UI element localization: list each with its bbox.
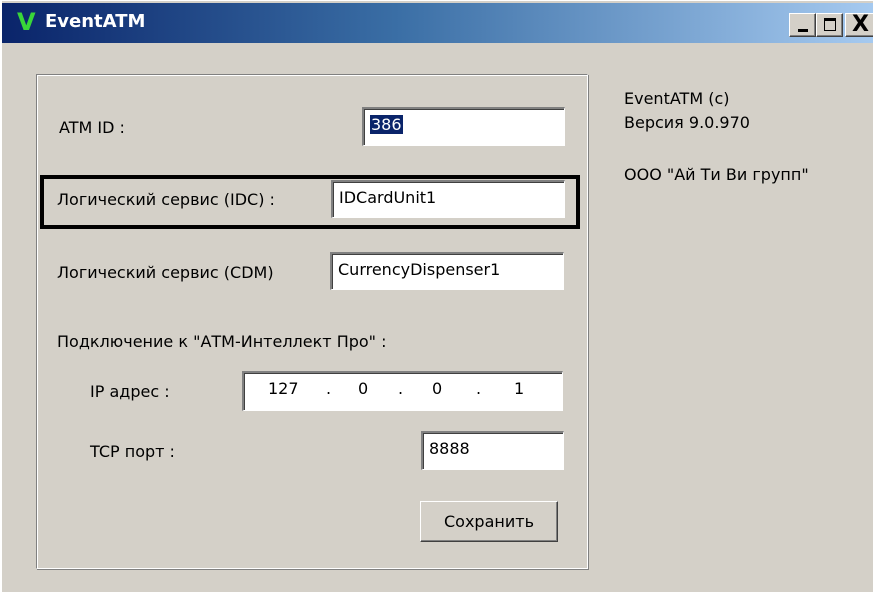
ip-octet-2[interactable]: 0	[358, 379, 368, 399]
atm-id-label: ATM ID :	[59, 118, 125, 137]
port-value: 8888	[429, 439, 470, 458]
ip-octet-1[interactable]: 127	[268, 379, 299, 399]
cdm-value: CurrencyDispenser1	[338, 260, 501, 279]
close-icon: X	[852, 12, 869, 37]
version-text: Версия 9.0.970	[624, 113, 750, 132]
minimize-icon	[798, 29, 808, 32]
ip-label: IP адрес :	[90, 382, 170, 401]
app-logo-icon: V	[17, 8, 36, 36]
title-bar[interactable]: V EventATM X	[2, 3, 873, 43]
port-input[interactable]: 8888	[421, 431, 564, 470]
ip-separator: .	[326, 379, 332, 398]
idc-input[interactable]: IDCardUnit1	[331, 180, 565, 218]
ip-octet-3[interactable]: 0	[432, 379, 442, 399]
maximize-icon	[824, 18, 836, 31]
window-title: EventATM	[45, 11, 146, 32]
idc-label: Логический сервис (IDC) :	[57, 190, 275, 209]
atm-id-input[interactable]: 386	[362, 107, 565, 146]
cdm-label: Логический сервис (CDM)	[57, 263, 274, 282]
product-name: EventATM (c)	[624, 89, 730, 108]
ip-octet-4[interactable]: 1	[514, 379, 524, 399]
company-name: ООО "Ай Ти Ви групп"	[624, 165, 809, 184]
cdm-input[interactable]: CurrencyDispenser1	[330, 252, 564, 290]
atm-id-value: 386	[370, 115, 403, 134]
app-window: V EventATM X ATM ID : 386 Логический сер…	[0, 0, 873, 592]
ip-address-input[interactable]: 127 . 0 . 0 . 1	[242, 371, 563, 411]
ip-separator: .	[476, 379, 482, 398]
idc-value: IDCardUnit1	[339, 188, 437, 207]
settings-group	[36, 74, 588, 569]
minimize-button[interactable]	[789, 13, 816, 37]
maximize-button[interactable]	[816, 13, 843, 37]
port-label: TCP порт :	[90, 442, 175, 461]
ip-separator: .	[398, 379, 404, 398]
close-button[interactable]: X	[845, 12, 873, 37]
connection-header: Подключение к "АТМ-Интеллект Про" :	[57, 332, 387, 351]
save-button[interactable]: Сохранить	[420, 501, 558, 542]
